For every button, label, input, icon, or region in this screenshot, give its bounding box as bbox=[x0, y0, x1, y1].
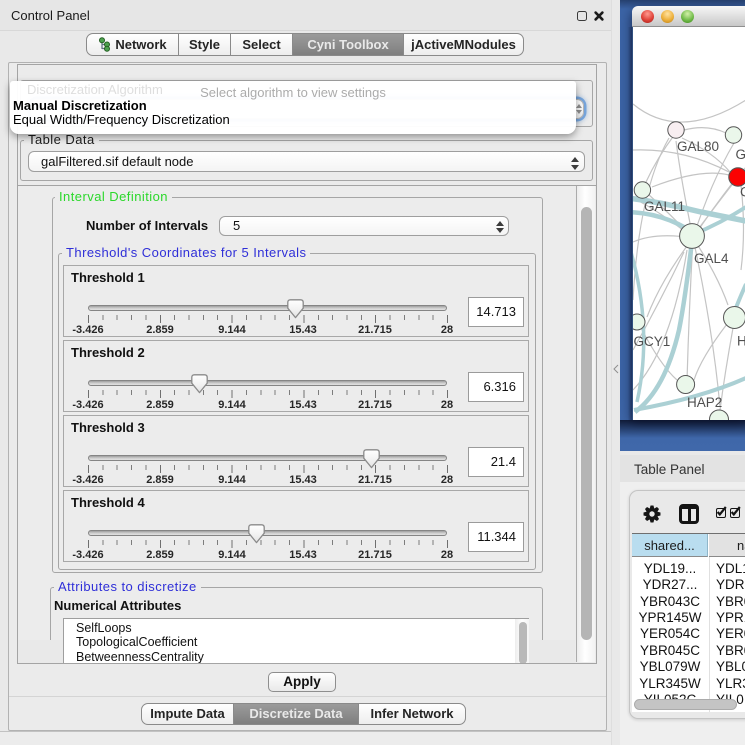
svg-text:GCY1: GCY1 bbox=[634, 334, 671, 349]
svg-text:HI: HI bbox=[737, 334, 745, 349]
svg-text:GAL4: GAL4 bbox=[694, 251, 729, 266]
svg-text:HAP2: HAP2 bbox=[687, 395, 722, 410]
svg-text:C: C bbox=[740, 185, 745, 200]
svg-text:GAL11: GAL11 bbox=[644, 199, 685, 214]
svg-text:GAL80: GAL80 bbox=[677, 139, 719, 154]
svg-text:GA: GA bbox=[736, 147, 745, 162]
